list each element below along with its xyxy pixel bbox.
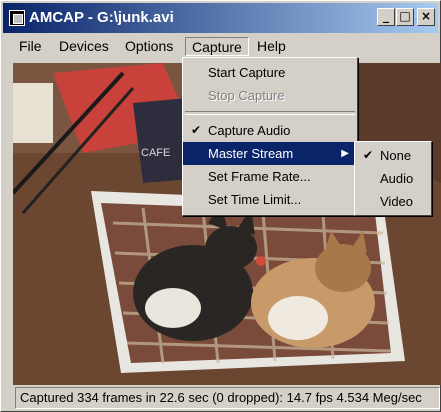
start-capture-label: Start Capture bbox=[208, 65, 286, 80]
menu-bar: File Devices Options Capture Help bbox=[3, 35, 439, 57]
minimize-button[interactable]: _ bbox=[377, 8, 395, 26]
menu-item-capture-audio[interactable]: ✔ Capture Audio bbox=[183, 119, 357, 142]
submenu-item-video[interactable]: Video bbox=[355, 190, 431, 213]
submenu-item-audio[interactable]: Audio bbox=[355, 167, 431, 190]
submenu-arrow-icon: ▶ bbox=[341, 148, 349, 159]
menu-item-stop-capture: Stop Capture bbox=[183, 84, 357, 107]
menu-item-set-time-limit[interactable]: Set Time Limit... bbox=[183, 188, 357, 211]
close-button[interactable]: × bbox=[417, 8, 435, 26]
check-icon: ✔ bbox=[363, 148, 374, 162]
master-stream-label: Master Stream bbox=[208, 146, 294, 161]
submenu-item-none[interactable]: ✔ None bbox=[355, 144, 431, 167]
submenu-video-label: Video bbox=[380, 194, 414, 209]
menu-options[interactable]: Options bbox=[119, 37, 179, 56]
set-frame-rate-label: Set Frame Rate... bbox=[208, 169, 311, 184]
maximize-button[interactable]: □ bbox=[396, 8, 414, 26]
app-icon[interactable] bbox=[9, 10, 25, 26]
menu-capture[interactable]: Capture bbox=[185, 37, 249, 56]
capture-menu: Start Capture Stop Capture ✔ Capture Aud… bbox=[182, 57, 358, 216]
capture-audio-label: Capture Audio bbox=[208, 123, 291, 138]
window-title: AMCAP - G:\junk.avi bbox=[29, 9, 174, 26]
submenu-none-label: None bbox=[380, 148, 412, 163]
submenu-audio-label: Audio bbox=[380, 171, 414, 186]
menu-file[interactable]: File bbox=[13, 37, 48, 56]
menu-item-start-capture[interactable]: Start Capture bbox=[183, 61, 357, 84]
menu-item-master-stream[interactable]: Master Stream ▶ bbox=[183, 142, 357, 165]
check-icon: ✔ bbox=[191, 123, 202, 137]
title-bar[interactable]: AMCAP - G:\junk.avi _ □ × bbox=[3, 3, 438, 33]
set-time-limit-label: Set Time Limit... bbox=[208, 192, 302, 207]
cafe-label: CAFE bbox=[141, 147, 170, 159]
menu-help[interactable]: Help bbox=[251, 37, 292, 56]
menu-item-set-frame-rate[interactable]: Set Frame Rate... bbox=[183, 165, 357, 188]
menu-separator bbox=[185, 111, 355, 115]
menu-devices[interactable]: Devices bbox=[53, 37, 115, 56]
status-bar: Captured 334 frames in 22.6 sec (0 dropp… bbox=[15, 387, 440, 409]
stop-capture-label: Stop Capture bbox=[208, 88, 285, 103]
master-stream-submenu: ✔ None Audio Video bbox=[354, 141, 432, 216]
